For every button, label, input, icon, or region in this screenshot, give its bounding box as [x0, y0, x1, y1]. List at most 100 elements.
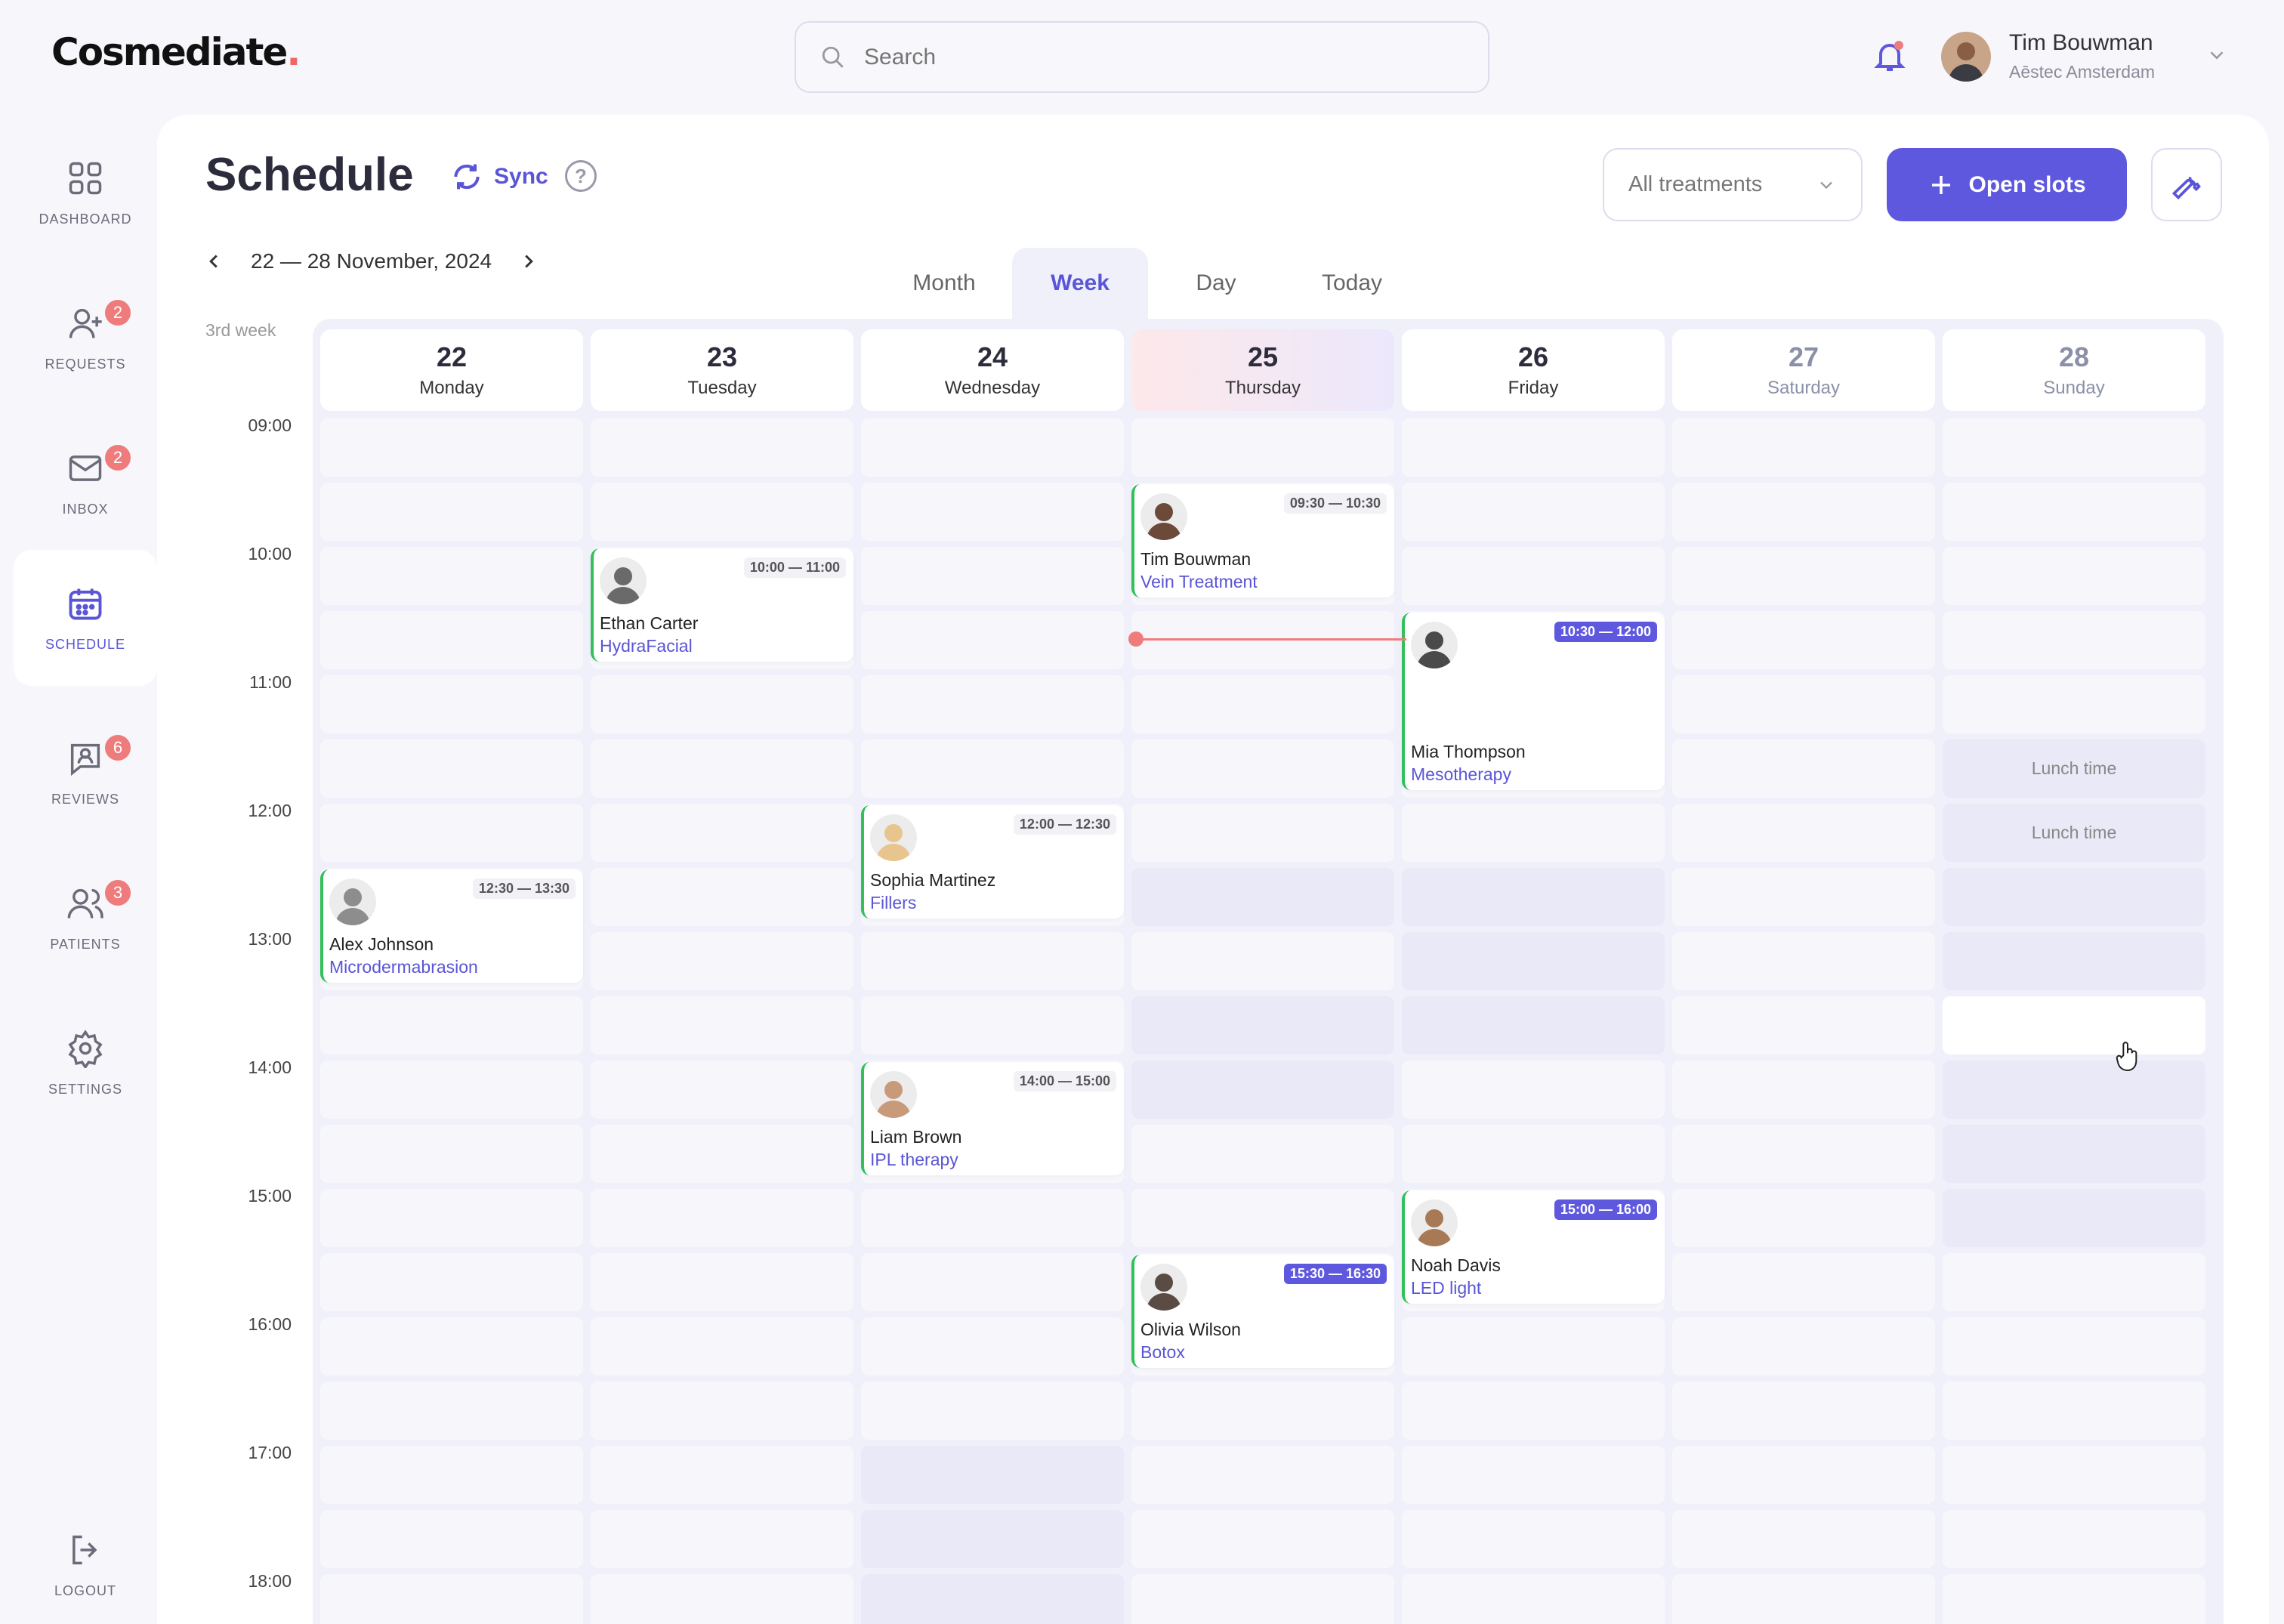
- time-slot[interactable]: [591, 675, 853, 733]
- time-slot[interactable]: [861, 1189, 1124, 1247]
- time-slot[interactable]: [591, 1446, 853, 1504]
- time-slot[interactable]: [1672, 483, 1935, 541]
- time-slot[interactable]: [1943, 996, 2205, 1054]
- time-slot[interactable]: [861, 932, 1124, 990]
- time-slot[interactable]: [1672, 1253, 1935, 1311]
- time-slot[interactable]: [1943, 1253, 2205, 1311]
- time-slot[interactable]: [591, 418, 853, 477]
- time-slot[interactable]: [1943, 418, 2205, 477]
- time-slot[interactable]: [320, 1125, 583, 1183]
- time-slot[interactable]: [1943, 868, 2205, 926]
- time-slot[interactable]: [1672, 418, 1935, 477]
- time-slot[interactable]: [1672, 1125, 1935, 1183]
- time-slot[interactable]: [1131, 739, 1394, 798]
- time-slot[interactable]: [1672, 1382, 1935, 1440]
- time-slot[interactable]: [320, 418, 583, 477]
- lunch-slot[interactable]: Lunch time: [1943, 739, 2205, 798]
- time-slot[interactable]: [320, 1510, 583, 1568]
- day-header[interactable]: 28 Sunday: [1943, 329, 2205, 411]
- time-slot[interactable]: [1131, 868, 1394, 926]
- time-slot[interactable]: [1672, 1317, 1935, 1375]
- time-slot[interactable]: [591, 1061, 853, 1119]
- tab-month[interactable]: Month: [876, 248, 1012, 319]
- tools-button[interactable]: [2151, 148, 2222, 221]
- time-slot[interactable]: [1131, 1510, 1394, 1568]
- appointment-card[interactable]: 15:30 — 16:30 Olivia Wilson Botox: [1131, 1255, 1394, 1368]
- search-bar[interactable]: [795, 21, 1489, 93]
- time-slot[interactable]: [1672, 675, 1935, 733]
- time-slot[interactable]: [1672, 1061, 1935, 1119]
- time-slot[interactable]: [1943, 675, 2205, 733]
- lunch-slot[interactable]: Lunch time: [1943, 804, 2205, 862]
- nav-settings[interactable]: SETTINGS: [14, 999, 157, 1127]
- time-slot[interactable]: [1943, 1510, 2205, 1568]
- time-slot[interactable]: [1402, 1382, 1665, 1440]
- time-slot[interactable]: [320, 675, 583, 733]
- tab-day[interactable]: Day: [1148, 248, 1284, 319]
- time-slot[interactable]: [1402, 1061, 1665, 1119]
- time-slot[interactable]: [1943, 1446, 2205, 1504]
- time-slot[interactable]: [1672, 547, 1935, 605]
- time-slot[interactable]: [320, 1382, 583, 1440]
- time-slot[interactable]: [861, 675, 1124, 733]
- time-slot[interactable]: [320, 1253, 583, 1311]
- user-menu-toggle[interactable]: [2205, 44, 2228, 70]
- time-slot[interactable]: [1402, 932, 1665, 990]
- time-slot[interactable]: [320, 1446, 583, 1504]
- time-slot[interactable]: [1402, 804, 1665, 862]
- time-slot[interactable]: [1672, 996, 1935, 1054]
- time-slot[interactable]: [1402, 1125, 1665, 1183]
- time-slot[interactable]: [320, 739, 583, 798]
- appointment-card[interactable]: 12:30 — 13:30 Alex Johnson Microdermabrasi…: [320, 869, 583, 983]
- time-slot[interactable]: [320, 547, 583, 605]
- time-slot[interactable]: [1402, 1317, 1665, 1375]
- time-slot[interactable]: [591, 739, 853, 798]
- time-slot[interactable]: [320, 996, 583, 1054]
- time-slot[interactable]: [320, 1574, 583, 1624]
- time-slot[interactable]: [1402, 1510, 1665, 1568]
- user-avatar[interactable]: [1941, 32, 1991, 82]
- time-slot[interactable]: [1943, 1574, 2205, 1624]
- user-name[interactable]: Tim Bouwman: [2009, 30, 2153, 56]
- time-slot[interactable]: [1672, 804, 1935, 862]
- time-slot[interactable]: [320, 483, 583, 541]
- time-slot[interactable]: [591, 483, 853, 541]
- time-slot[interactable]: [591, 804, 853, 862]
- time-slot[interactable]: [1672, 868, 1935, 926]
- time-slot[interactable]: [1943, 547, 2205, 605]
- time-slot[interactable]: [861, 483, 1124, 541]
- time-slot[interactable]: [1672, 611, 1935, 669]
- time-slot[interactable]: [1131, 1189, 1394, 1247]
- day-header[interactable]: 27 Saturday: [1672, 329, 1935, 411]
- time-slot[interactable]: [861, 1510, 1124, 1568]
- time-slot[interactable]: [591, 868, 853, 926]
- time-slot[interactable]: [1131, 1125, 1394, 1183]
- time-slot[interactable]: [1402, 418, 1665, 477]
- day-header[interactable]: 23 Tuesday: [591, 329, 853, 411]
- nav-dashboard[interactable]: DASHBOARD: [14, 128, 157, 257]
- time-slot[interactable]: [1131, 1446, 1394, 1504]
- time-slot[interactable]: [861, 611, 1124, 669]
- time-slot[interactable]: [320, 1189, 583, 1247]
- time-slot[interactable]: [861, 1382, 1124, 1440]
- time-slot[interactable]: [591, 932, 853, 990]
- time-slot[interactable]: [1943, 1382, 2205, 1440]
- time-slot[interactable]: [1672, 739, 1935, 798]
- time-slot[interactable]: [1943, 1317, 2205, 1375]
- time-slot[interactable]: [1131, 1382, 1394, 1440]
- time-slot[interactable]: [591, 1382, 853, 1440]
- time-slot[interactable]: [1943, 1189, 2205, 1247]
- time-slot[interactable]: [591, 1253, 853, 1311]
- time-slot[interactable]: [320, 1317, 583, 1375]
- search-input[interactable]: [864, 44, 1431, 70]
- time-slot[interactable]: [861, 1253, 1124, 1311]
- nav-reviews[interactable]: REVIEWS 6: [14, 709, 157, 837]
- treatment-filter[interactable]: All treatments: [1603, 148, 1863, 221]
- open-slots-button[interactable]: Open slots: [1887, 148, 2127, 221]
- time-slot[interactable]: [1943, 1125, 2205, 1183]
- time-slot[interactable]: [1131, 996, 1394, 1054]
- time-slot[interactable]: [320, 1061, 583, 1119]
- time-slot[interactable]: [320, 804, 583, 862]
- time-slot[interactable]: [591, 1574, 853, 1624]
- time-slot[interactable]: [861, 1446, 1124, 1504]
